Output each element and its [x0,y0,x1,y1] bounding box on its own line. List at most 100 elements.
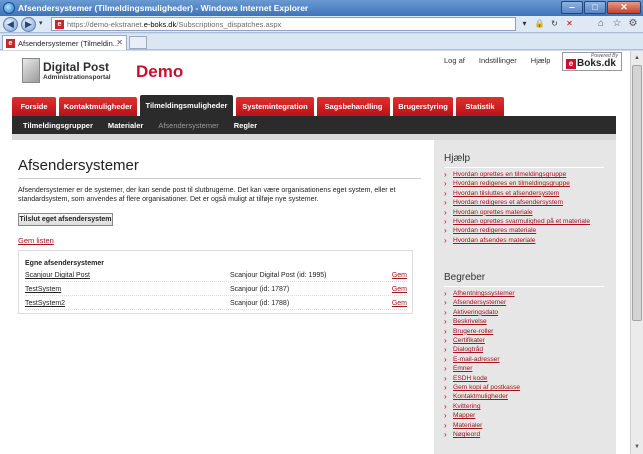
stop-icon[interactable]: ✕ [563,17,576,31]
browser-tab-label: Afsendersystemer (Tilmeldin... [18,38,120,48]
logo-title: Digital Post [43,60,110,74]
browser-tab-strip: e Afsendersystemer (Tilmeldin... ✕ [0,34,643,50]
help-link-item[interactable]: Hvordan tilsluttes et afsendersystem [444,189,609,199]
term-link-item[interactable]: Emner [444,364,609,374]
term-link-item[interactable]: Afsendersystemer [444,298,609,308]
url-host: e-boks.dk [143,19,177,29]
tools-gear-icon[interactable]: ⚙ [627,17,639,31]
help-link-item[interactable]: Hvordan redigeres materiale [444,226,609,236]
browser-right-icons: ⌂ ☆ ⚙ [595,17,639,31]
refresh-icon[interactable]: ↻ [548,17,561,31]
ie-logo-icon [3,2,15,14]
page-scrollbar[interactable]: ▲ ▼ [630,51,643,454]
tab-brugerstyring[interactable]: Brugerstyring [393,97,453,116]
close-window-button[interactable]: ✕ [607,1,641,14]
sender-system-name-link[interactable]: Scanjour Digital Post [25,272,90,279]
tab-tilmeldingsmuligheder[interactable]: Tilmeldingsmuligheder [140,95,233,116]
help-link-item[interactable]: Hvordan redigeres et afsendersystem [444,198,609,208]
help-link-item[interactable]: Hvordan oprettes en tilmeldingsgruppe [444,170,609,180]
help-link-item[interactable]: Hvordan afsendes materiale [444,236,609,246]
help-link-item[interactable]: Hvordan oprettes svarmulighed på et mate… [444,217,609,227]
hide-system-link[interactable]: Gem [392,300,407,307]
term-link-item[interactable]: Brugere-roller [444,327,609,337]
term-link-item[interactable]: Kvittering [444,402,609,412]
tab-systemintegration[interactable]: Systemintegration [236,97,314,116]
url-path: /Subscriptions_dispatches.aspx [176,19,282,29]
help-links: Hvordan oprettes en tilmeldingsgruppe Hv… [444,170,609,246]
subnav-tilmeldingsgrupper[interactable]: Tilmeldingsgrupper [23,121,93,130]
sender-system-id: Scanjour (id: 1787) [230,286,290,293]
term-link-item[interactable]: Materialer [444,421,609,431]
sender-system-name-link[interactable]: TestSystem [25,286,61,293]
home-icon[interactable]: ⌂ [595,17,607,31]
browser-tab-active[interactable]: e Afsendersystemer (Tilmeldin... ✕ [2,35,127,50]
demo-label: Demo [136,62,184,81]
hide-list-link[interactable]: Gem listen [18,236,54,245]
sub-navigation: Tilmeldingsgrupper Materialer Afsendersy… [12,116,616,134]
term-link-item[interactable]: ESDH kode [444,374,609,384]
window-controls: ‒ □ ✕ [561,1,641,14]
lock-icon[interactable]: 🔒 [533,17,546,31]
tab-close-icon[interactable]: ✕ [116,38,123,47]
settings-link[interactable]: Indstillinger [479,56,517,65]
logout-link[interactable]: Log af [444,56,465,65]
terms-links: Afhentningssystemer Afsendersystemer Akt… [444,289,609,440]
subnav-afsendersystemer[interactable]: Afsendersystemer [158,121,218,130]
page-title: Afsendersystemer [18,157,139,174]
term-link-item[interactable]: Certifikater [444,336,609,346]
sender-system-name-link[interactable]: TestSystem2 [25,300,65,307]
term-link-item[interactable]: Afhentningssystemer [444,289,609,299]
address-bar[interactable]: e https://demo-ekstranet. e-boks.dk /Sub… [51,17,516,31]
new-tab-button[interactable] [129,36,147,49]
logo-subtitle: Administrationsportal [43,74,111,81]
window-titlebar: Afsendersystemer (Tilmeldingsmuligheder)… [0,0,643,16]
sender-system-id: Scanjour Digital Post (id: 1995) [230,272,327,279]
tab-kontaktmuligheder[interactable]: Kontaktmuligheder [59,97,137,116]
term-link-item[interactable]: Aktiveringsdato [444,308,609,318]
eboks-e-icon: e [566,59,576,69]
term-link-item[interactable]: Dialogtråd [444,345,609,355]
term-link-item[interactable]: Mapper [444,411,609,421]
term-link-item[interactable]: Gem kopi af postkasse [444,383,609,393]
hide-system-link[interactable]: Gem [392,286,407,293]
page-description: Afsendersystemer er de systemer, der kan… [18,187,396,203]
tab-statistik[interactable]: Statistik [456,97,504,116]
minimize-button[interactable]: ‒ [561,1,583,14]
hide-system-link[interactable]: Gem [392,272,407,279]
top-links: Log af Indstillinger Hjælp [444,56,550,65]
scroll-down-icon[interactable]: ▼ [631,441,643,453]
subnav-regler[interactable]: Regler [234,121,257,130]
connect-sender-system-button[interactable]: Tilslut eget afsendersystem [18,213,113,226]
address-toolbar: ◀ ▶ ▾ e https://demo-ekstranet. e-boks.d… [0,16,643,33]
help-link-item[interactable]: Hvordan oprettes materiale [444,208,609,218]
tab-favicon-icon: e [6,38,15,48]
scrollbar-thumb[interactable] [632,65,642,321]
eboks-logo[interactable]: Powered By e Boks.dk [562,52,622,71]
web-page: Digital Post Administrationsportal Demo … [0,51,630,454]
site-favicon-icon: e [55,19,64,29]
help-link[interactable]: Hjælp [531,56,551,65]
term-link-item[interactable]: E-mail-adresser [444,355,609,365]
eboks-text: Boks.dk [577,58,616,69]
term-link-item[interactable]: Beskrivelse [444,317,609,327]
address-icons: ▾ 🔒 ↻ ✕ [518,17,576,31]
scroll-up-icon[interactable]: ▲ [631,52,643,64]
main-navigation: Forside Kontaktmuligheder Tilmeldingsmul… [0,95,630,116]
list-row: TestSystem Scanjour (id: 1787) Gem [25,284,407,296]
terms-divider [444,286,604,287]
term-link-item[interactable]: Nøgleord [444,430,609,440]
subnav-materialer[interactable]: Materialer [108,121,143,130]
main-content: Afsendersystemer Afsendersystemer er de … [12,140,434,454]
list-row: TestSystem2 Scanjour (id: 1788) Gem [25,298,407,310]
address-dropdown-icon[interactable]: ▾ [518,17,531,31]
tab-forside[interactable]: Forside [12,97,56,116]
digital-post-logo-icon [22,58,40,83]
back-button[interactable]: ◀ [3,17,18,32]
history-dropdown-icon[interactable]: ▾ [39,19,43,27]
favorites-star-icon[interactable]: ☆ [611,17,623,31]
tab-sagsbehandling[interactable]: Sagsbehandling [317,97,390,116]
maximize-button[interactable]: □ [584,1,606,14]
forward-button[interactable]: ▶ [21,17,36,32]
term-link-item[interactable]: Kontaktmuligheder [444,392,609,402]
help-link-item[interactable]: Hvordan redigeres en tilmeldingsgruppe [444,179,609,189]
